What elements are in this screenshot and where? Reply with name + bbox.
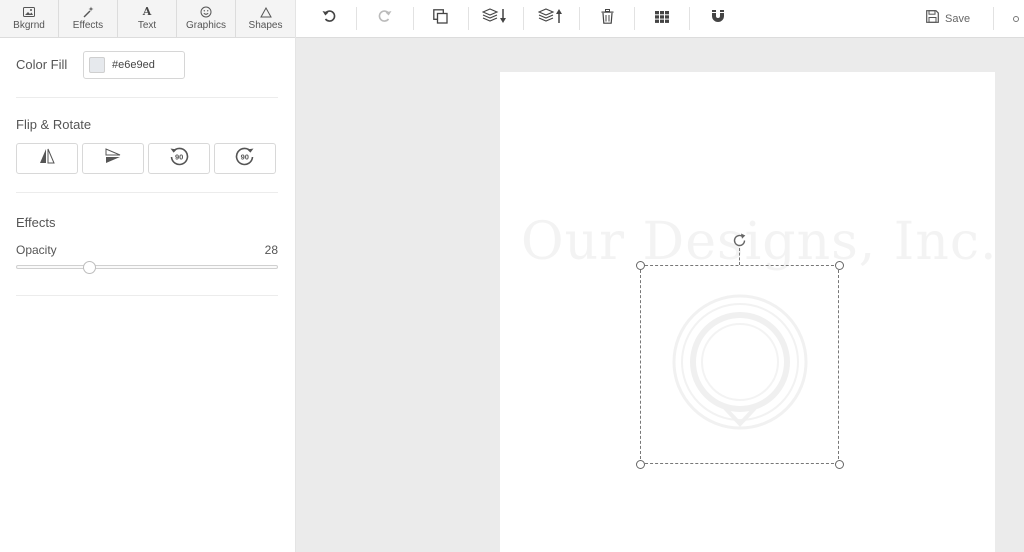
more-options-button[interactable] xyxy=(1012,0,1024,37)
effects-title: Effects xyxy=(16,215,56,230)
opacity-slider-thumb[interactable] xyxy=(82,261,96,274)
toolbar-divider xyxy=(689,7,690,30)
tab-label: Effects xyxy=(72,20,104,31)
tab-bkgrnd[interactable]: Bkgrnd xyxy=(0,0,59,37)
toolbar-divider xyxy=(468,7,469,30)
more-icon xyxy=(1012,10,1020,28)
grid-icon xyxy=(655,10,669,28)
flip-vertical-button[interactable] xyxy=(82,143,144,174)
tab-label: Text xyxy=(137,20,157,31)
grid-button[interactable] xyxy=(651,0,673,37)
rotate-right-90-button[interactable]: 90 xyxy=(214,143,276,174)
color-swatch[interactable] xyxy=(89,57,105,73)
color-fill-picker[interactable]: #e6e9ed xyxy=(83,51,185,79)
flip-vertical-icon xyxy=(105,148,121,169)
toolbar-divider xyxy=(579,7,580,30)
bring-forward-icon xyxy=(537,8,564,29)
rotate-left-90-icon: 90 xyxy=(169,146,189,171)
save-icon xyxy=(926,9,939,28)
delete-button[interactable] xyxy=(596,0,618,37)
duplicate-button[interactable] xyxy=(429,0,451,37)
toolbar-divider xyxy=(634,7,635,30)
tab-label: Graphics xyxy=(185,20,226,31)
undo-icon xyxy=(322,9,336,28)
opacity-label: Opacity xyxy=(16,243,57,257)
rotate-left-90-button[interactable]: 90 xyxy=(148,143,210,174)
save-button[interactable]: Save xyxy=(926,0,974,37)
redo-icon xyxy=(378,9,392,28)
trash-icon xyxy=(601,8,614,29)
divider xyxy=(16,192,278,193)
tab-effects[interactable]: Effects xyxy=(59,0,118,37)
properties-panel: Bkgrnd Effects A Text Graphics Shapes Co… xyxy=(0,0,296,552)
flip-rotate-title: Flip & Rotate xyxy=(16,117,92,132)
tab-label: Shapes xyxy=(248,20,283,31)
image-icon xyxy=(23,6,35,18)
tab-shapes[interactable]: Shapes xyxy=(236,0,295,37)
rotate-handle[interactable] xyxy=(731,232,748,254)
panel-tabs: Bkgrnd Effects A Text Graphics Shapes xyxy=(0,0,295,38)
magic-wand-icon xyxy=(82,6,94,18)
color-fill-label: Color Fill xyxy=(16,57,68,72)
watermark-text[interactable]: Our Designs, Inc. xyxy=(521,212,998,272)
selection-box[interactable] xyxy=(640,265,839,464)
tab-label: Bkgrnd xyxy=(13,20,45,31)
resize-handle-bottom-right[interactable] xyxy=(835,460,844,469)
toolbar-divider xyxy=(523,7,524,30)
tab-text[interactable]: A Text xyxy=(118,0,177,37)
duplicate-icon xyxy=(432,8,448,29)
save-label: Save xyxy=(945,12,971,25)
tab-graphics[interactable]: Graphics xyxy=(177,0,236,37)
divider xyxy=(16,295,278,296)
rotate-left-label: 90 xyxy=(175,153,183,162)
toolbar: Save xyxy=(296,0,1024,38)
flip-horizontal-icon xyxy=(39,148,55,169)
send-backward-button[interactable] xyxy=(481,0,509,37)
send-backward-icon xyxy=(481,8,508,29)
toolbar-divider xyxy=(993,7,994,30)
snap-magnet-button[interactable] xyxy=(707,0,729,37)
smiley-icon xyxy=(200,6,212,18)
opacity-value: 28 xyxy=(264,243,278,257)
rotate-handle-icon xyxy=(731,233,748,253)
toolbar-divider xyxy=(413,7,414,30)
bring-forward-button[interactable] xyxy=(537,0,565,37)
divider xyxy=(16,97,278,98)
redo-button[interactable] xyxy=(374,0,396,37)
resize-handle-top-left[interactable] xyxy=(636,261,645,270)
flip-horizontal-button[interactable] xyxy=(16,143,78,174)
undo-button[interactable] xyxy=(318,0,340,37)
text-a-icon: A xyxy=(142,5,152,18)
triangle-icon xyxy=(259,6,272,18)
magnet-icon xyxy=(711,9,725,28)
rotate-right-90-icon: 90 xyxy=(235,146,255,171)
opacity-slider-track[interactable] xyxy=(16,265,278,269)
resize-handle-top-right[interactable] xyxy=(835,261,844,270)
resize-handle-bottom-left[interactable] xyxy=(636,460,645,469)
color-fill-value: #e6e9ed xyxy=(112,59,155,71)
rotate-right-label: 90 xyxy=(241,153,249,162)
toolbar-divider xyxy=(356,7,357,30)
